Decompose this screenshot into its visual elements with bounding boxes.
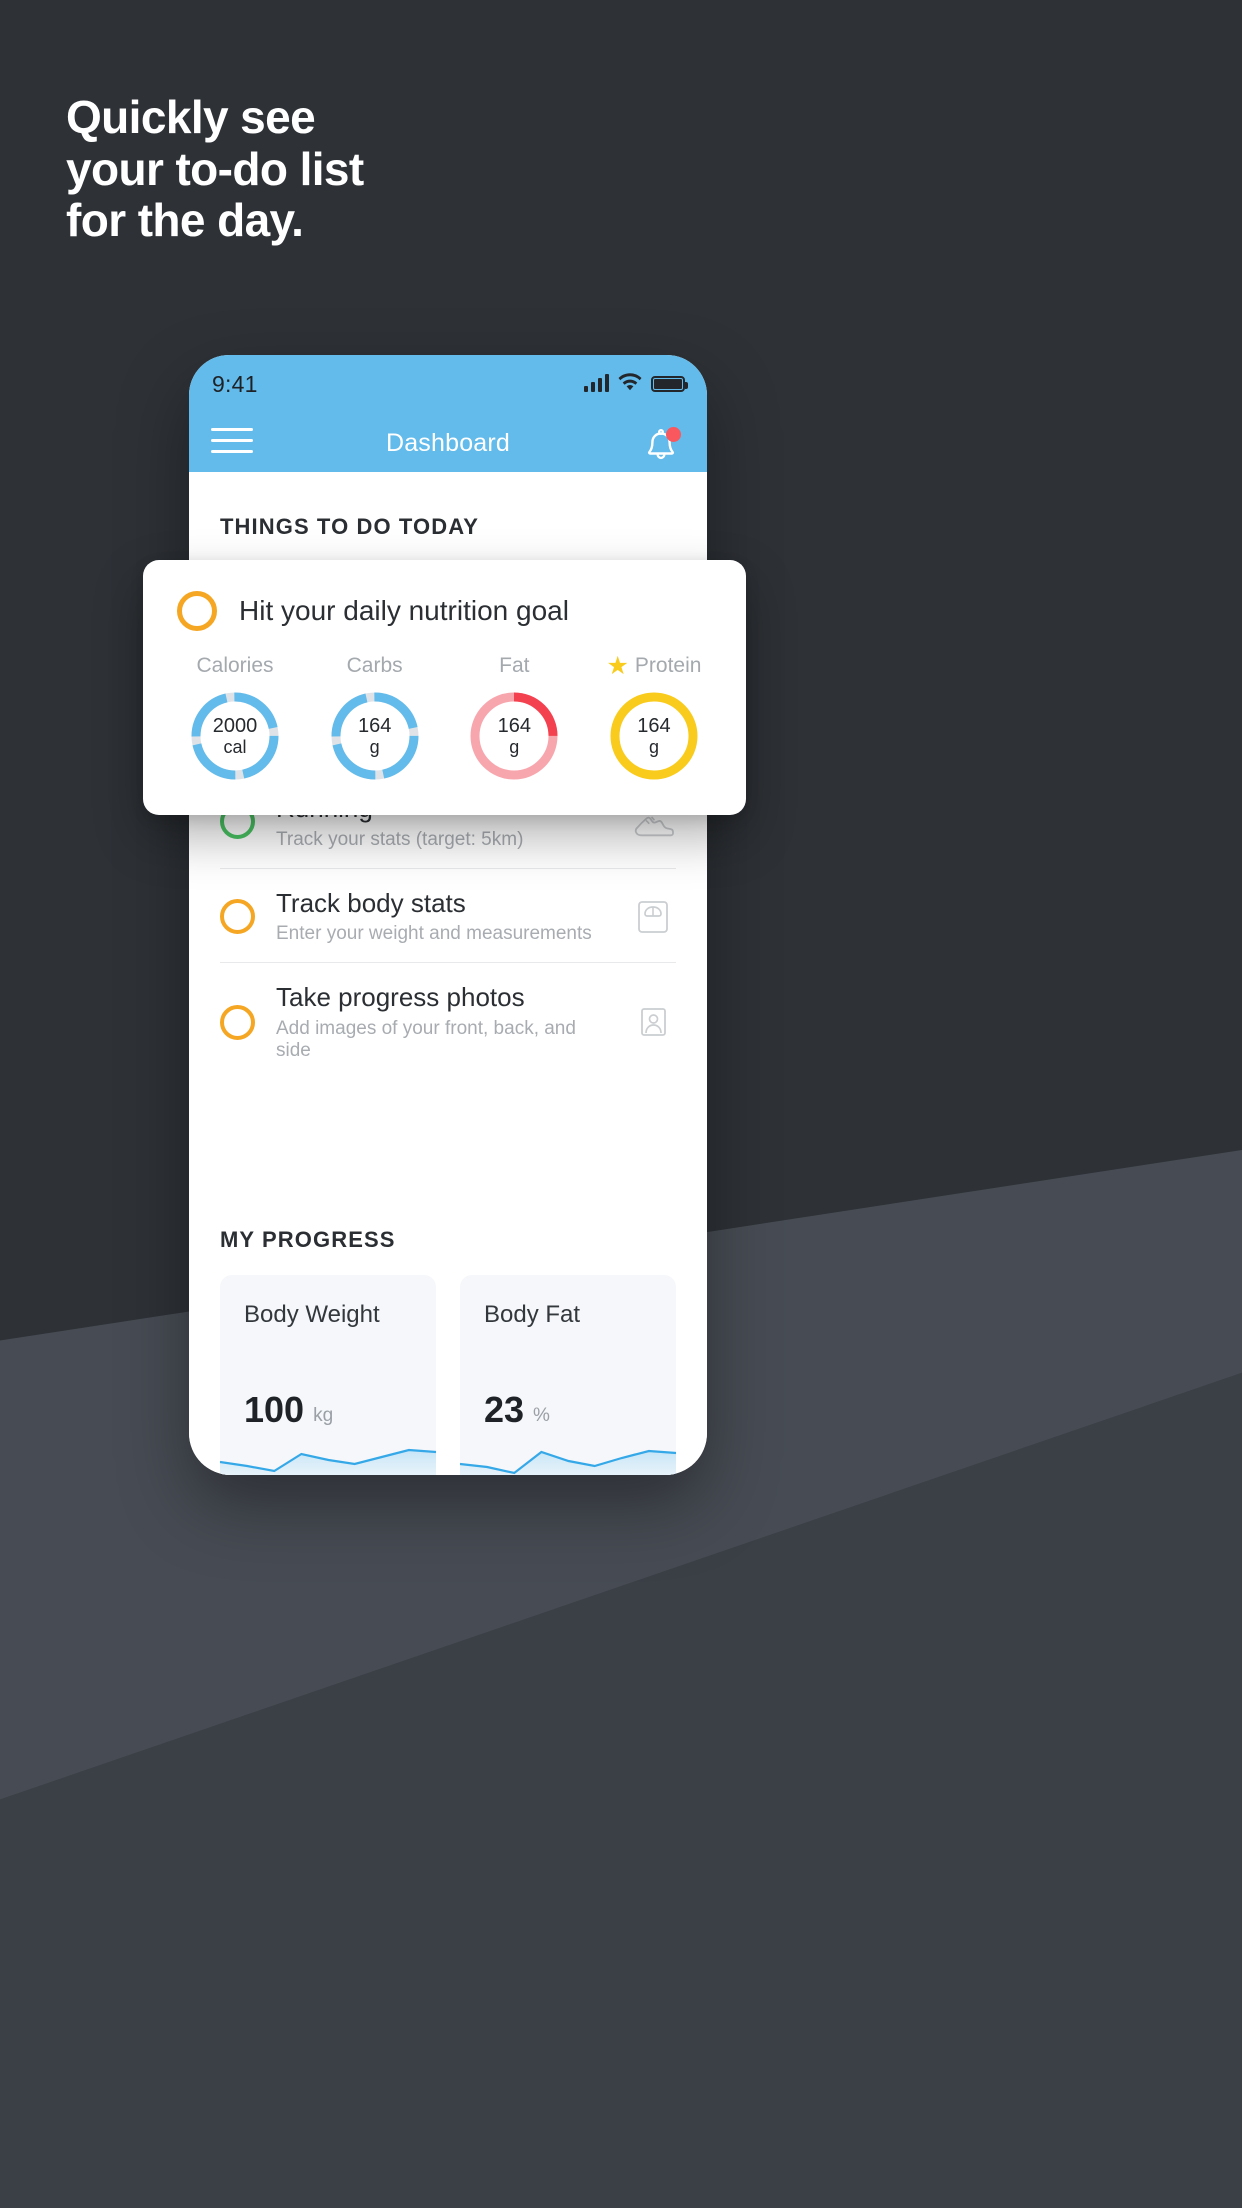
progress-card-value: 100 xyxy=(244,1389,305,1431)
todo-subtitle: Enter your weight and measurements xyxy=(276,923,592,945)
progress-card-value-group: 100 kg xyxy=(244,1392,333,1428)
nutrition-goal-card[interactable]: Hit your daily nutrition goal Calories 2… xyxy=(143,560,746,815)
status-time: 9:41 xyxy=(212,371,258,397)
macro-donut-text: 164 g xyxy=(466,688,562,784)
hamburger-menu-icon[interactable] xyxy=(211,428,253,453)
app-bar: Dashboard xyxy=(189,415,707,472)
macro-value: 164 xyxy=(637,714,671,737)
macro-carbs[interactable]: Carbs 164 g xyxy=(317,653,433,784)
macro-donut: 164 g xyxy=(327,688,423,784)
signal-bars-icon xyxy=(584,373,609,392)
checkbox-ring-icon[interactable] xyxy=(177,591,217,631)
progress-card-label: Body Fat xyxy=(484,1301,581,1329)
progress-card-unit: % xyxy=(533,1405,550,1427)
progress-card-unit: kg xyxy=(313,1405,334,1427)
macro-label: Carbs xyxy=(346,654,403,677)
checkbox-ring-icon[interactable] xyxy=(220,1004,255,1040)
macro-label-protein: ★ Protein xyxy=(596,653,712,679)
sparkline-chart xyxy=(220,1449,436,1475)
progress-card-label: Body Weight xyxy=(244,1301,380,1329)
progress-card-grid: Body Weight 100 kg Body Fat 23 % xyxy=(220,1275,676,1475)
macro-donut-text: 164 g xyxy=(606,688,702,784)
page-title: Quickly see your to-do list for the day. xyxy=(66,91,364,247)
macro-label: Protein xyxy=(634,654,702,677)
progress-card-body-weight[interactable]: Body Weight 100 kg xyxy=(220,1275,436,1475)
macro-label: Fat xyxy=(499,654,530,677)
macro-unit: g xyxy=(509,737,520,758)
nutrition-card-title: Hit your daily nutrition goal xyxy=(239,595,569,626)
phone-mockup: 9:41 Dashboard THINGS TO DO TODAY Track … xyxy=(189,355,707,1475)
progress-section-heading: MY PROGRESS xyxy=(220,1227,396,1253)
todo-item-track-body-stats[interactable]: Track body stats Enter your weight and m… xyxy=(220,867,676,963)
notification-badge xyxy=(666,427,681,442)
macro-calories[interactable]: Calories 2000 cal xyxy=(177,653,293,784)
todo-text: Track body stats Enter your weight and m… xyxy=(276,888,609,946)
todo-title: Track body stats xyxy=(276,887,466,918)
wifi-icon xyxy=(618,373,642,391)
status-icons xyxy=(584,373,688,392)
macro-unit: g xyxy=(369,737,380,758)
macro-donut: 2000 cal xyxy=(187,688,283,784)
person-photo-icon xyxy=(641,1008,666,1037)
macro-unit: cal xyxy=(223,737,247,758)
todo-title: Take progress photos xyxy=(276,982,525,1013)
macro-value: 164 xyxy=(497,714,531,737)
macro-donut-text: 164 g xyxy=(327,688,423,784)
macro-donut: 164 g xyxy=(606,688,702,784)
todo-section-heading: THINGS TO DO TODAY xyxy=(220,514,479,539)
macro-label: Calories xyxy=(196,654,274,677)
progress-card-value-group: 23 % xyxy=(484,1392,550,1428)
macro-donut-text: 2000 cal xyxy=(187,688,283,784)
checkbox-ring-icon[interactable] xyxy=(220,899,255,935)
weight-scale-icon xyxy=(638,900,668,933)
macro-protein[interactable]: ★ Protein 164 g xyxy=(596,653,712,784)
status-bar: 9:41 xyxy=(189,355,707,415)
sparkline-chart xyxy=(460,1450,676,1475)
macro-ring-group: Calories 2000 cal Carbs 164 g Fat 164 g … xyxy=(177,653,712,784)
progress-card-body-fat[interactable]: Body Fat 23 % xyxy=(460,1275,676,1475)
macro-fat[interactable]: Fat 164 g xyxy=(456,653,572,784)
todo-item-progress-photos[interactable]: Take progress photos Add images of your … xyxy=(220,962,676,1079)
app-title: Dashboard xyxy=(385,429,511,457)
macro-unit: g xyxy=(648,737,659,758)
macro-donut: 164 g xyxy=(466,688,562,784)
battery-icon xyxy=(651,376,688,392)
todo-text: Take progress photos Add images of your … xyxy=(276,982,609,1062)
nutrition-card-header: Hit your daily nutrition goal xyxy=(177,591,712,631)
star-icon: ★ xyxy=(606,651,629,680)
todo-subtitle: Add images of your front, back, and side xyxy=(276,1018,576,1062)
bell-icon[interactable] xyxy=(639,426,683,466)
macro-value: 164 xyxy=(357,714,392,737)
progress-card-value: 23 xyxy=(484,1389,525,1431)
macro-value: 2000 xyxy=(212,714,258,737)
todo-subtitle: Track your stats (target: 5km) xyxy=(276,828,524,850)
